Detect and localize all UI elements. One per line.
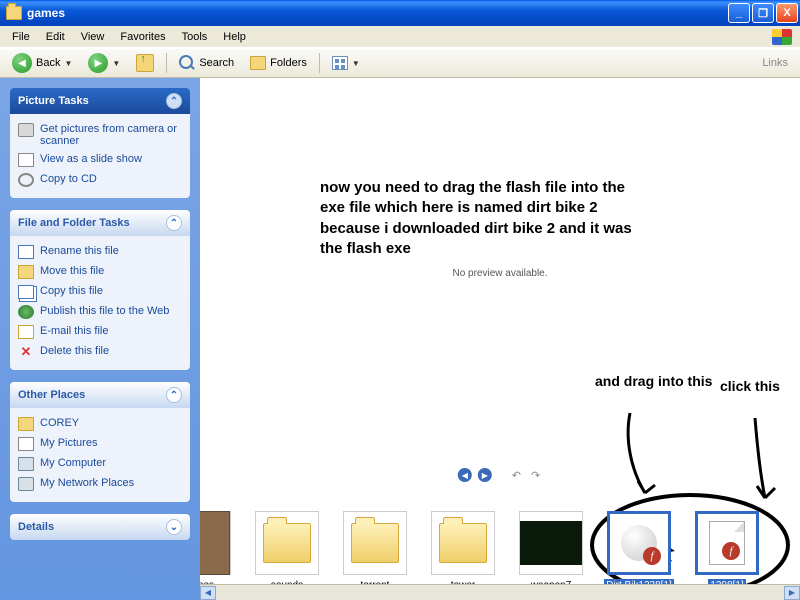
- panel-title: Details: [18, 521, 54, 533]
- tasks-sidebar: Picture Tasks ⌃ Get pictures from camera …: [0, 78, 200, 600]
- back-button[interactable]: ◀Back▼: [6, 51, 78, 75]
- task-copy[interactable]: Copy this file: [18, 282, 182, 302]
- menu-help[interactable]: Help: [215, 29, 254, 45]
- task-get-pictures[interactable]: Get pictures from camera or scanner: [18, 120, 182, 150]
- collapse-icon[interactable]: ⌃: [166, 387, 182, 403]
- rotate-ccw-button[interactable]: ↶: [510, 469, 523, 482]
- no-preview-text: No preview available.: [200, 268, 800, 279]
- menu-file[interactable]: File: [4, 29, 38, 45]
- toolbar: ◀Back▼ ▶▼ Search Folders ▼ Links: [0, 48, 800, 78]
- views-button[interactable]: ▼: [326, 54, 366, 72]
- task-copy-cd[interactable]: Copy to CD: [18, 170, 182, 190]
- place-my-pictures[interactable]: My Pictures: [18, 434, 182, 454]
- close-button[interactable]: X: [776, 3, 798, 23]
- file-item[interactable]: names: [200, 511, 236, 592]
- file-item[interactable]: weapon7: [514, 511, 588, 592]
- place-network[interactable]: My Network Places: [18, 474, 182, 494]
- window-title: games: [27, 6, 728, 20]
- file-item[interactable]: torrent: [338, 511, 412, 592]
- copy-icon: [18, 285, 34, 299]
- task-rename[interactable]: Rename this file: [18, 242, 182, 262]
- computer-icon: [18, 457, 34, 471]
- menu-bar: File Edit View Favorites Tools Help: [0, 26, 800, 48]
- maximize-button[interactable]: ❐: [752, 3, 774, 23]
- move-icon: [18, 265, 34, 279]
- globe-icon: [18, 305, 34, 319]
- rotate-cw-button[interactable]: ↷: [529, 469, 542, 482]
- pictures-icon: [18, 437, 34, 451]
- collapse-icon[interactable]: ⌃: [166, 93, 182, 109]
- menu-favorites[interactable]: Favorites: [112, 29, 173, 45]
- place-my-computer[interactable]: My Computer: [18, 454, 182, 474]
- file-item[interactable]: sounds: [250, 511, 324, 592]
- slideshow-icon: [18, 153, 34, 167]
- mail-icon: [18, 325, 34, 339]
- rename-icon: [18, 245, 34, 259]
- search-button[interactable]: Search: [173, 53, 240, 73]
- cd-icon: [18, 173, 34, 187]
- flash-swf-icon: [709, 521, 745, 565]
- task-publish[interactable]: Publish this file to the Web: [18, 302, 182, 322]
- filmstrip-nav: ◀ ▶ ↶ ↷: [458, 468, 542, 482]
- scroll-left-button[interactable]: ◀: [200, 586, 216, 600]
- prev-image-button[interactable]: ◀: [458, 468, 472, 482]
- folder-icon: [6, 6, 22, 20]
- place-corey[interactable]: COREY: [18, 414, 182, 434]
- camera-icon: [18, 123, 34, 137]
- panel-title: File and Folder Tasks: [18, 217, 130, 229]
- task-delete[interactable]: ✕Delete this file: [18, 342, 182, 362]
- expand-icon[interactable]: ⌄: [166, 519, 182, 535]
- title-bar: games _ ❐ X: [0, 0, 800, 26]
- folder-icon: [351, 523, 399, 563]
- content-area: No preview available. now you need to dr…: [200, 78, 800, 600]
- horizontal-scrollbar[interactable]: ◀ ▶: [200, 584, 800, 600]
- up-button[interactable]: [130, 52, 160, 74]
- scroll-right-button[interactable]: ▶: [784, 586, 800, 600]
- annotation-click: click this: [720, 378, 780, 395]
- next-image-button[interactable]: ▶: [478, 468, 492, 482]
- folders-button[interactable]: Folders: [244, 54, 313, 72]
- annotation-main: now you need to drag the flash file into…: [320, 178, 650, 259]
- delete-icon: ✕: [18, 345, 34, 359]
- minimize-button[interactable]: _: [728, 3, 750, 23]
- folder-icon: [439, 523, 487, 563]
- collapse-icon[interactable]: ⌃: [166, 215, 182, 231]
- panel-title: Other Places: [18, 389, 85, 401]
- file-item[interactable]: tower: [426, 511, 500, 592]
- links-label[interactable]: Links: [762, 57, 794, 69]
- task-move[interactable]: Move this file: [18, 262, 182, 282]
- menu-edit[interactable]: Edit: [38, 29, 73, 45]
- menu-view[interactable]: View: [73, 29, 113, 45]
- forward-button[interactable]: ▶▼: [82, 51, 126, 75]
- flash-exe-icon: [621, 525, 657, 561]
- other-places-panel: Other Places ⌃ COREY My Pictures My Compu…: [10, 382, 190, 502]
- picture-tasks-panel: Picture Tasks ⌃ Get pictures from camera …: [10, 88, 190, 198]
- file-folder-tasks-panel: File and Folder Tasks⌃ Rename this file …: [10, 210, 190, 370]
- filmstrip: names sounds torrent tower weapon7 Dirt …: [200, 492, 800, 592]
- menu-tools[interactable]: Tools: [174, 29, 216, 45]
- task-slideshow[interactable]: View as a slide show: [18, 150, 182, 170]
- task-email[interactable]: E-mail this file: [18, 322, 182, 342]
- annotation-drag: and drag into this: [595, 373, 712, 390]
- folder-icon: [263, 523, 311, 563]
- details-panel: Details ⌄: [10, 514, 190, 540]
- network-icon: [18, 477, 34, 491]
- file-item-dirt-bike[interactable]: Dirt Bik1238[1]: [602, 511, 676, 592]
- windows-flag-icon: [772, 29, 792, 45]
- folder-icon: [18, 417, 34, 431]
- panel-title: Picture Tasks: [18, 95, 89, 107]
- file-item-swf[interactable]: 1298[1]: [690, 511, 764, 592]
